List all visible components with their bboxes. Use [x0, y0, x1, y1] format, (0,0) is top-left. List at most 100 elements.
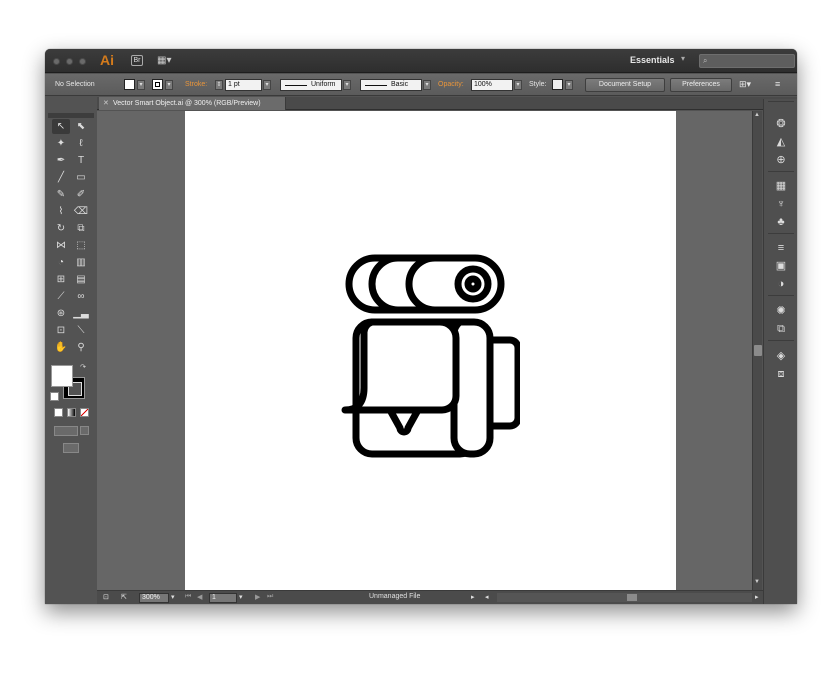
scroll-down-icon[interactable]: ▼	[754, 579, 760, 585]
mesh-tool-icon[interactable]: ⊞	[52, 272, 70, 287]
symbol-sprayer-tool-icon[interactable]: ⊛	[52, 306, 70, 321]
default-colors-icon[interactable]	[50, 392, 59, 401]
scroll-up-icon[interactable]: ▲	[754, 112, 760, 118]
swatches-panel-icon[interactable]: ▦	[774, 179, 788, 193]
pencil-tool-icon[interactable]: ✐	[72, 187, 90, 202]
scale-tool-icon[interactable]: ⧉	[72, 221, 90, 236]
eraser-tool-icon[interactable]: ⌫	[72, 204, 90, 219]
brushes-panel-icon[interactable]: ♆	[774, 197, 788, 211]
close-icon[interactable]: ✕	[103, 97, 109, 110]
rectangle-tool-icon[interactable]: ▭	[72, 170, 90, 185]
draw-inside-icon[interactable]	[80, 426, 89, 435]
workspace-switcher[interactable]: Essentials	[630, 55, 675, 65]
fill-swatch[interactable]	[51, 365, 73, 387]
color-mode-icon[interactable]	[54, 408, 63, 417]
artboards-panel-icon[interactable]: ⧈	[774, 367, 788, 381]
type-tool-icon[interactable]: T	[72, 153, 90, 168]
gradient-panel-icon[interactable]: ▣	[774, 259, 788, 273]
swap-fill-stroke-icon[interactable]: ↷	[78, 363, 88, 373]
draw-mode-icon[interactable]	[54, 426, 78, 436]
stroke-dropdown[interactable]: ▾	[165, 80, 173, 90]
stroke-weight-field[interactable]: 1 pt	[225, 79, 262, 91]
none-mode-icon[interactable]	[80, 408, 89, 417]
minimize-window-button[interactable]	[66, 58, 73, 65]
style-dropdown[interactable]: ▾	[565, 80, 573, 90]
chevron-down-icon[interactable]: ▾	[681, 54, 685, 63]
next-artboard-button[interactable]: ▶	[255, 593, 260, 601]
close-window-button[interactable]	[53, 58, 60, 65]
artboard-number-field[interactable]: 1	[209, 593, 237, 603]
gradient-mode-icon[interactable]	[67, 408, 76, 417]
lasso-tool-icon[interactable]: ℓ	[72, 136, 90, 151]
status-menu-icon[interactable]: ▸	[471, 593, 475, 601]
slice-tool-icon[interactable]: ⟍	[72, 323, 90, 338]
transparency-panel-icon[interactable]: ◑	[774, 277, 788, 291]
stroke-weight-stepper[interactable]: ⇕	[215, 80, 223, 90]
opacity-label[interactable]: Opacity:	[438, 81, 464, 88]
backpack-icon[interactable]	[340, 248, 520, 458]
zoom-options-icon[interactable]: ⊡	[103, 593, 109, 601]
opacity-dropdown[interactable]: ▾	[514, 80, 522, 90]
magic-wand-tool-icon[interactable]: ✦	[52, 136, 70, 151]
symbols-panel-icon[interactable]: ♣	[774, 215, 788, 229]
links-panel-icon[interactable]: ⧉	[774, 322, 788, 336]
canvas-area[interactable]	[97, 111, 752, 590]
artboard-tool-icon[interactable]: ⊡	[52, 323, 70, 338]
vertical-scrollbar[interactable]: ▲ ▼	[752, 111, 762, 590]
screen-mode-icon[interactable]	[63, 443, 79, 453]
previous-artboard-button[interactable]: ◀	[197, 593, 202, 601]
zoom-tool-icon[interactable]: ⚲	[72, 340, 90, 355]
stroke-panel-icon[interactable]: ≡	[774, 241, 788, 255]
status-text[interactable]: Unmanaged File	[369, 593, 420, 600]
gradient-tool-icon[interactable]: ▤	[72, 272, 90, 287]
shape-builder-tool-icon[interactable]: ◔	[52, 255, 70, 270]
tools-panel-header[interactable]	[48, 113, 94, 118]
zoom-dropdown[interactable]: ▾	[171, 593, 175, 601]
selection-tool-icon[interactable]: ↖	[52, 119, 70, 134]
brush-definition[interactable]: Basic	[360, 79, 422, 91]
preferences-button[interactable]: Preferences	[670, 78, 732, 92]
fill-dropdown[interactable]: ▾	[137, 80, 145, 90]
zoom-field[interactable]: 300%	[139, 593, 169, 603]
tab-document[interactable]: ✕ Vector Smart Object.ai @ 300% (RGB/Pre…	[99, 97, 286, 110]
width-tool-icon[interactable]: ⋈	[52, 238, 70, 253]
align-options-icon[interactable]: ⊞▾	[739, 79, 751, 90]
rotate-tool-icon[interactable]: ↻	[52, 221, 70, 236]
fill-color-swatch[interactable]	[124, 79, 135, 90]
variable-width-profile[interactable]: Uniform	[280, 79, 342, 91]
arrange-documents-icon[interactable]: ▦▾	[157, 55, 177, 66]
last-artboard-button[interactable]: ⏭	[267, 593, 273, 601]
paintbrush-tool-icon[interactable]: ✎	[52, 187, 70, 202]
bridge-button[interactable]: Br	[131, 55, 143, 66]
vertical-scroll-thumb[interactable]	[754, 345, 762, 356]
artboard[interactable]	[185, 111, 676, 590]
direct-selection-tool-icon[interactable]: ⬉	[72, 119, 90, 134]
layers-panel-icon[interactable]: ◈	[774, 349, 788, 363]
document-setup-button[interactable]: Document Setup	[585, 78, 665, 92]
artboard-dropdown[interactable]: ▾	[239, 593, 243, 601]
column-graph-tool-icon[interactable]: ▁▃	[72, 306, 90, 321]
brush-dropdown[interactable]: ▾	[423, 80, 431, 90]
stroke-label[interactable]: Stroke:	[185, 81, 207, 88]
perspective-grid-tool-icon[interactable]: ▥	[72, 255, 90, 270]
profile-dropdown[interactable]: ▾	[343, 80, 351, 90]
horizontal-scrollbar[interactable]	[497, 593, 752, 602]
zoom-window-button[interactable]	[79, 58, 86, 65]
graphic-style-swatch[interactable]	[552, 79, 563, 90]
horizontal-scroll-thumb[interactable]	[627, 594, 637, 601]
color-panel-icon[interactable]: ❂	[774, 117, 788, 131]
scroll-left-icon[interactable]: ◂	[485, 593, 489, 601]
export-icon[interactable]: ⇱	[121, 593, 127, 601]
color-guide-icon[interactable]: ◭	[774, 135, 788, 149]
line-tool-icon[interactable]: ╱	[52, 170, 70, 185]
stroke-weight-dropdown[interactable]: ▾	[263, 80, 271, 90]
graphic-styles-panel-icon[interactable]: ✺	[774, 304, 788, 318]
free-transform-tool-icon[interactable]: ⬚	[72, 238, 90, 253]
appearance-panel-icon[interactable]: ⊕	[774, 153, 788, 167]
stroke-color-swatch[interactable]	[152, 79, 163, 90]
blob-brush-tool-icon[interactable]: ⌇	[52, 204, 70, 219]
blend-tool-icon[interactable]: ∞	[72, 289, 90, 304]
eyedropper-tool-icon[interactable]: ⟋	[52, 289, 70, 304]
scroll-right-icon[interactable]: ▸	[755, 593, 759, 601]
pen-tool-icon[interactable]: ✒	[52, 153, 70, 168]
